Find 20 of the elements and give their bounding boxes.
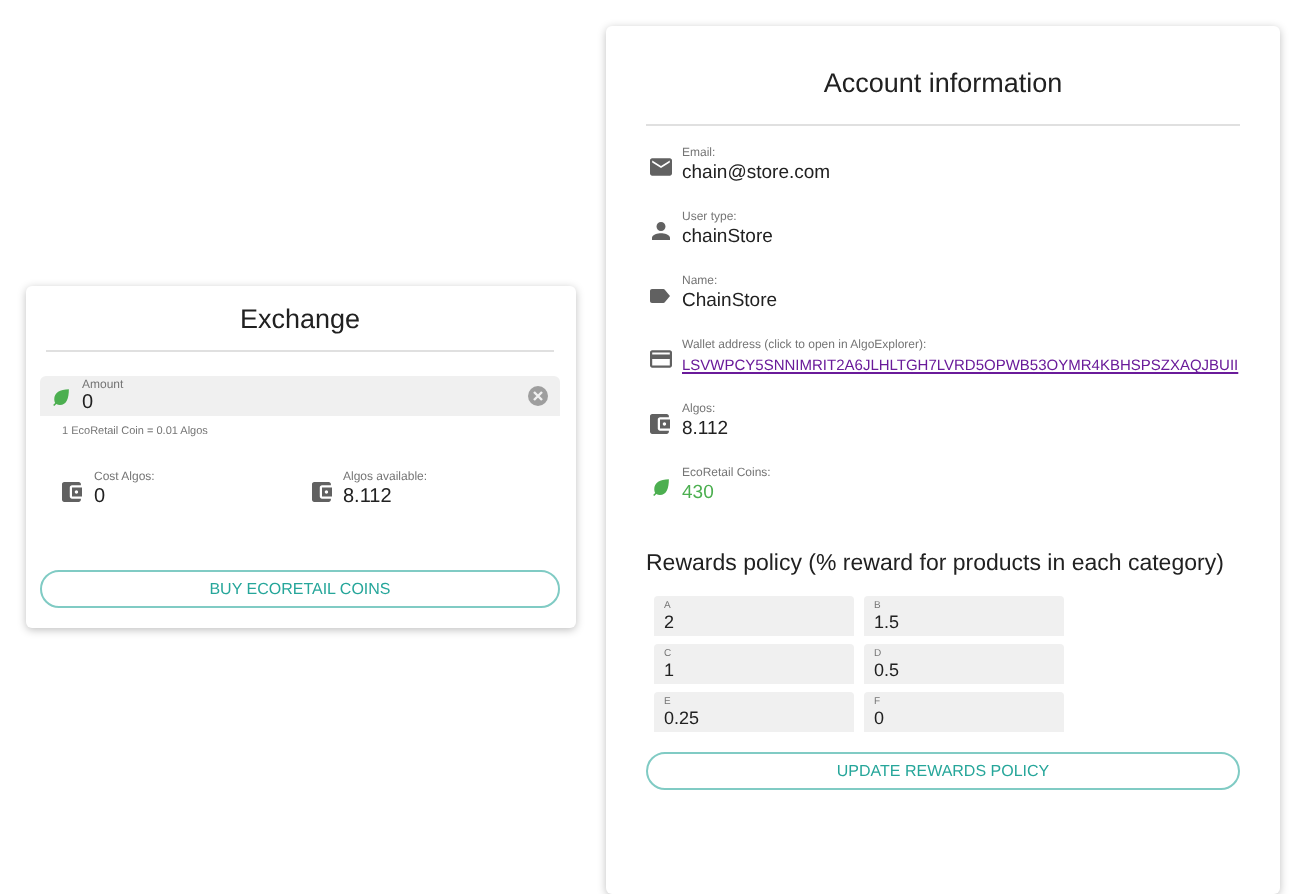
clear-icon[interactable] (528, 386, 548, 406)
card-title: Account information (821, 66, 1065, 102)
wallet-icon (311, 481, 331, 501)
section-heading: Rewards policy (% reward for products in each category) (646, 552, 1226, 576)
wallet-icon (650, 413, 670, 433)
stat-value: 8.112 (343, 486, 394, 510)
info-value: ChainStore (682, 290, 778, 314)
info-value: chain@store.com (682, 162, 831, 186)
leaf-icon (651, 478, 669, 496)
mail-icon (649, 158, 671, 176)
stat-value: 0 (94, 486, 108, 510)
info-value: chainStore (682, 226, 773, 250)
card-icon (649, 350, 671, 368)
info-value: 8.112 (682, 418, 729, 442)
wallet-icon (62, 481, 82, 501)
card-title: Exchange (237, 302, 363, 338)
person-icon (651, 222, 669, 240)
leaf-icon (52, 387, 70, 405)
info-value: 430 (682, 482, 716, 506)
label-icon (650, 287, 670, 303)
